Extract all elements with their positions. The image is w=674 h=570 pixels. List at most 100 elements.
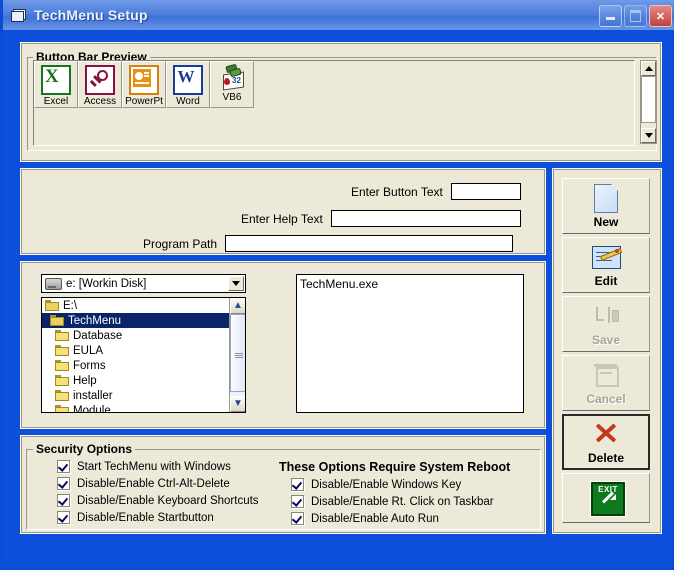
access-icon (85, 65, 115, 95)
folder-icon (55, 390, 69, 401)
scroll-down-icon[interactable] (641, 128, 656, 143)
drive-select[interactable]: e: [Workin Disk] (41, 274, 246, 293)
security-option-label: Disable/Enable Startbutton (77, 511, 214, 524)
security-options-panel: Security Options These Options Require S… (20, 435, 546, 534)
app-button-access[interactable]: Access (78, 61, 122, 108)
close-button[interactable]: ✕ (649, 5, 672, 27)
maximize-button[interactable] (624, 5, 647, 27)
app-button-label: PowerPt (125, 96, 163, 107)
directory-item[interactable]: Database (42, 328, 245, 343)
cancel-button-label: Cancel (586, 391, 626, 406)
scroll-up-icon[interactable]: ▲ (230, 298, 245, 314)
security-option[interactable]: Disable/Enable Ctrl-Alt-Delete (57, 477, 230, 490)
checkbox-checked-icon[interactable] (291, 495, 304, 508)
button-text-input[interactable] (450, 183, 521, 200)
delete-button[interactable]: Delete (562, 414, 650, 470)
directory-item-label: E:\ (63, 299, 78, 312)
directory-item[interactable]: Forms (42, 358, 245, 373)
directory-item-label: Forms (73, 359, 106, 372)
security-option[interactable]: Disable/Enable Startbutton (57, 511, 214, 524)
exit-button[interactable]: EXIT (562, 473, 650, 523)
directory-item[interactable]: TechMenu (42, 313, 245, 328)
directory-item-label: Help (73, 374, 97, 387)
help-text-label: Enter Help Text (241, 211, 323, 226)
help-text-input[interactable] (330, 210, 521, 227)
edit-button[interactable]: Edit (562, 237, 650, 293)
security-option[interactable]: Disable/Enable Auto Run (291, 512, 439, 525)
reboot-heading: These Options Require System Reboot (279, 460, 511, 474)
cancel-undo-icon (591, 361, 621, 389)
chevron-down-icon[interactable] (228, 276, 244, 291)
checkbox-checked-icon[interactable] (57, 460, 70, 473)
program-path-label: Program Path (143, 236, 218, 251)
scroll-track[interactable] (230, 314, 245, 396)
scroll-down-icon[interactable]: ▼ (230, 396, 245, 412)
new-button[interactable]: New (562, 178, 650, 234)
action-buttons-panel: New Edit Save Cancel Delete EXIT (552, 168, 662, 534)
checkbox-checked-icon[interactable] (57, 477, 70, 490)
edit-pencil-icon (591, 243, 622, 271)
app-button-label: Word (176, 96, 200, 107)
app-button-word[interactable]: W Word (166, 61, 210, 108)
scroll-up-icon[interactable] (641, 61, 656, 76)
security-option-label: Disable/Enable Auto Run (311, 512, 439, 525)
security-option-label: Disable/Enable Ctrl-Alt-Delete (77, 477, 230, 490)
minimize-icon (606, 17, 615, 20)
app-button-vb6[interactable]: 32 VB6 (210, 61, 254, 108)
preview-scrollbar[interactable] (640, 60, 657, 144)
minimize-button[interactable] (599, 5, 622, 27)
checkbox-checked-icon[interactable] (291, 478, 304, 491)
app-button-row: X Excel Access PowerPt W Word 32 VB6 (34, 61, 254, 108)
cancel-button[interactable]: Cancel (562, 355, 650, 411)
list-item[interactable]: TechMenu.exe (300, 277, 523, 292)
security-option-label: Start TechMenu with Windows (77, 460, 231, 473)
folder-icon (55, 345, 69, 356)
security-option[interactable]: Disable/Enable Windows Key (291, 478, 461, 491)
save-icon (591, 302, 621, 330)
directory-item[interactable]: Help (42, 373, 245, 388)
folder-icon (55, 360, 69, 371)
directory-rows: E:\ TechMenu Database EULA Forms Help installe… (42, 298, 245, 413)
button-bar-preview-panel: Button Bar Preview X Excel Access PowerP… (20, 42, 662, 162)
checkbox-checked-icon[interactable] (57, 494, 70, 507)
app-button-excel[interactable]: X Excel (34, 61, 78, 108)
button-text-label: Enter Button Text (351, 184, 443, 199)
directory-item[interactable]: installer (42, 388, 245, 403)
exit-door-icon: EXIT (591, 482, 625, 516)
folder-icon (50, 315, 64, 326)
save-button[interactable]: Save (562, 296, 650, 352)
app-button-label: Excel (43, 96, 69, 107)
security-option[interactable]: Disable/Enable Rt. Click on Taskbar (291, 495, 494, 508)
folder-icon (55, 405, 69, 412)
save-button-label: Save (591, 332, 621, 347)
checkbox-checked-icon[interactable] (57, 511, 70, 524)
directory-item-label: Database (73, 329, 123, 342)
drive-icon (45, 277, 62, 290)
directory-scrollbar[interactable]: ▲ ▼ (229, 298, 245, 412)
window-document-icon (11, 8, 27, 23)
directory-item[interactable]: Module (42, 403, 245, 413)
security-group-title: Security Options (33, 442, 136, 456)
powerpoint-icon (129, 65, 159, 95)
edit-button-label: Edit (594, 273, 618, 288)
scroll-thumb[interactable] (641, 76, 656, 123)
security-option[interactable]: Disable/Enable Keyboard Shortcuts (57, 494, 259, 507)
directory-list[interactable]: E:\ TechMenu Database EULA Forms Help installe… (41, 297, 246, 413)
program-path-input[interactable] (225, 235, 514, 252)
window-controls: ✕ (599, 5, 672, 27)
app-button-powerpt[interactable]: PowerPt (122, 61, 166, 108)
security-option[interactable]: Start TechMenu with Windows (57, 460, 231, 473)
file-list[interactable]: TechMenu.exe (296, 274, 524, 413)
help-text-row: Enter Help Text (241, 210, 521, 227)
folder-icon (55, 375, 69, 386)
security-option-label: Disable/Enable Keyboard Shortcuts (77, 494, 259, 507)
directory-item-label: Module (73, 404, 111, 413)
directory-item[interactable]: EULA (42, 343, 245, 358)
delete-button-label: Delete (587, 450, 625, 465)
directory-item[interactable]: E:\ (42, 298, 245, 313)
security-option-label: Disable/Enable Rt. Click on Taskbar (311, 495, 494, 508)
scroll-thumb[interactable] (230, 314, 245, 392)
drive-selected-label: e: [Workin Disk] (66, 277, 147, 290)
checkbox-checked-icon[interactable] (291, 512, 304, 525)
techmenu-setup-window: TechMenu Setup ✕ Button Bar Preview X Ex… (0, 0, 674, 570)
